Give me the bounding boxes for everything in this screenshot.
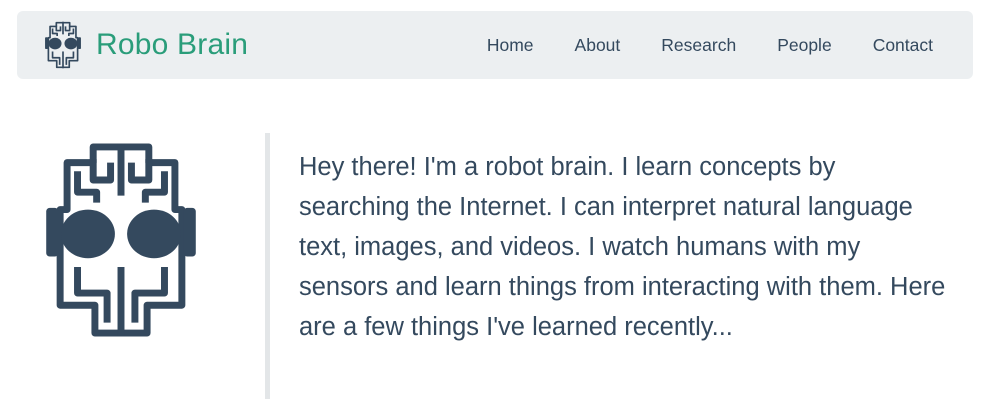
nav-link-people[interactable]: People	[777, 35, 832, 55]
top-navbar: Robo Brain Home About Research People Co…	[17, 11, 973, 79]
nav-link-contact[interactable]: Contact	[873, 35, 933, 55]
brand-name: Robo Brain	[96, 28, 249, 61]
hero-divider	[265, 133, 270, 399]
nav-menu: Home About Research People Contact	[487, 11, 933, 79]
hero-intro-text: Hey there! I'm a robot brain. I learn co…	[299, 153, 946, 341]
robot-brain-icon	[30, 140, 212, 340]
brand-link[interactable]: Robo Brain	[39, 19, 248, 71]
nav-link-about[interactable]: About	[575, 35, 621, 55]
nav-link-home[interactable]: Home	[487, 35, 534, 55]
robot-brain-icon	[44, 21, 82, 69]
nav-link-research[interactable]: Research	[661, 35, 736, 55]
